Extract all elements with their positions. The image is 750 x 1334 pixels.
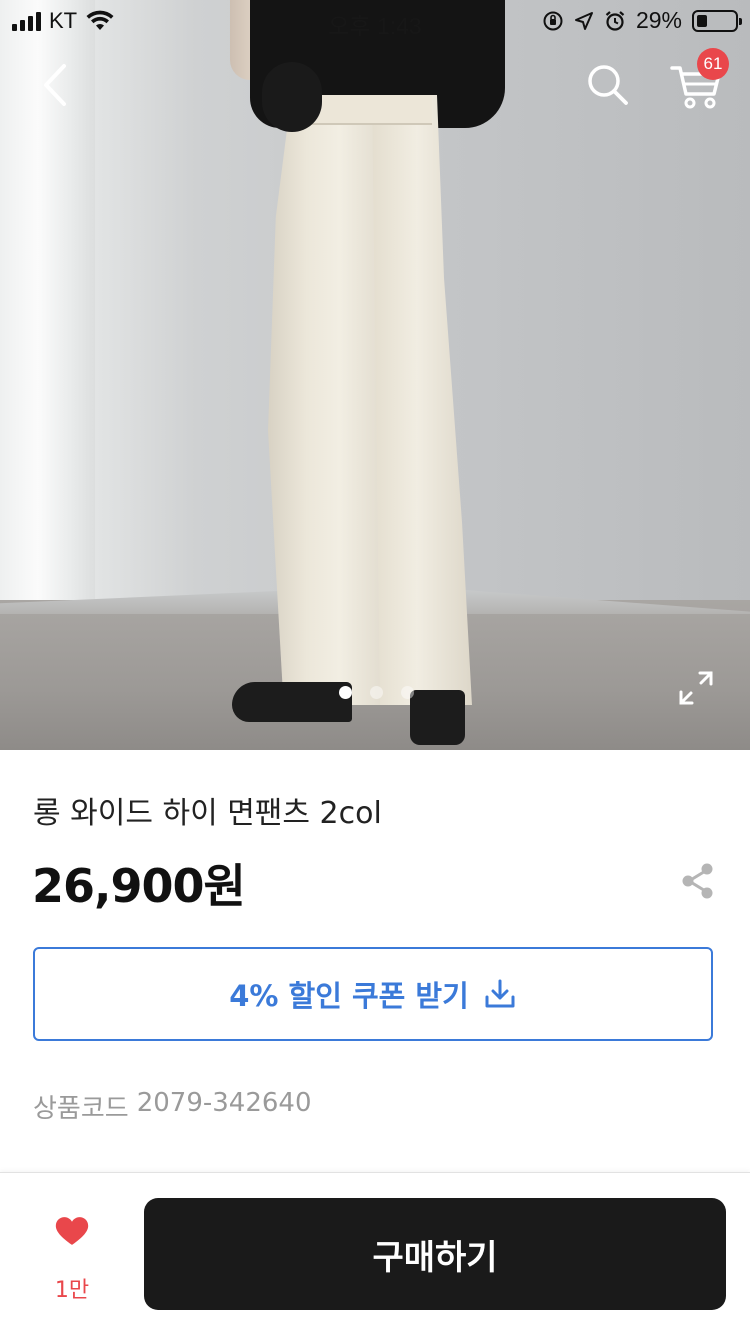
pagination-dot[interactable] [338, 686, 352, 699]
orientation-lock-icon [543, 11, 563, 30]
battery-percent: 29% [635, 7, 682, 33]
expand-icon [679, 671, 713, 705]
model-hand [262, 62, 322, 132]
product-title: 롱 와이드 하이 면팬츠 2col [33, 796, 382, 831]
coupon-label: 4% 할인 쿠폰 받기 [229, 979, 469, 1013]
download-icon [485, 979, 515, 1008]
product-image[interactable] [0, 0, 750, 750]
heart-icon [55, 1217, 89, 1245]
search-icon [588, 65, 628, 105]
expand-button[interactable] [676, 668, 716, 708]
back-icon [44, 64, 66, 106]
pagination-dot[interactable] [400, 686, 414, 699]
product-price: 26,900원 [32, 859, 246, 913]
like-count: 1만 [54, 1278, 90, 1303]
product-code: 상품코드 2079-342640 [33, 1088, 312, 1125]
status-right: 29% [542, 7, 742, 34]
battery-icon [692, 9, 742, 32]
alarm-icon [605, 10, 625, 31]
coupon-download-button[interactable]: 4% 할인 쿠폰 받기 [33, 947, 713, 1041]
pants-right-leg [372, 95, 472, 705]
product-code-label: 상품코드 [33, 1094, 129, 1124]
like-button[interactable] [40, 1216, 104, 1268]
buy-button-label: 구매하기 [372, 1237, 498, 1278]
pagination-dot[interactable] [369, 686, 383, 699]
cart-count-badge: 61 [697, 48, 729, 80]
product-code-value: 2079-342640 [136, 1088, 312, 1118]
location-icon [574, 11, 593, 30]
share-button[interactable] [680, 862, 716, 900]
status-bar: KT 오후 1:43 29% [0, 0, 750, 40]
image-pagination[interactable] [0, 686, 750, 699]
share-icon [682, 863, 713, 899]
back-button[interactable] [30, 60, 80, 110]
search-button[interactable] [582, 60, 632, 110]
buy-button[interactable]: 구매하기 [144, 1198, 726, 1310]
